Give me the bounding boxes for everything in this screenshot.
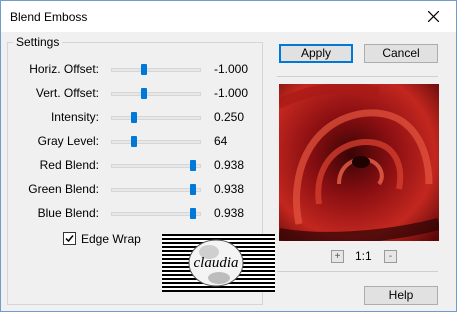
slider-track[interactable] bbox=[111, 116, 201, 120]
slider-thumb[interactable] bbox=[141, 64, 148, 75]
checkmark-icon bbox=[65, 235, 74, 243]
zoom-out-button[interactable]: - bbox=[384, 250, 397, 263]
cancel-button[interactable]: Cancel bbox=[364, 44, 438, 63]
help-button[interactable]: Help bbox=[364, 286, 438, 305]
close-icon bbox=[428, 11, 439, 22]
setting-value: 0.938 bbox=[214, 206, 245, 220]
watermark-logo: claudia bbox=[162, 234, 275, 292]
window-title: Blend Emboss bbox=[10, 10, 88, 24]
slider-track[interactable] bbox=[111, 140, 201, 144]
slider-track[interactable] bbox=[111, 188, 201, 192]
slider-thumb[interactable] bbox=[189, 160, 196, 171]
zoom-in-button[interactable]: + bbox=[331, 250, 344, 263]
setting-label: Blue Blend: bbox=[37, 206, 99, 220]
setting-label: Red Blend: bbox=[39, 158, 99, 172]
setting-value: 0.938 bbox=[214, 182, 245, 196]
setting-label: Intensity: bbox=[50, 110, 99, 124]
apply-button[interactable]: Apply bbox=[279, 44, 353, 63]
separator bbox=[277, 271, 438, 272]
setting-label: Green Blend: bbox=[28, 182, 99, 196]
edge-wrap-checkbox[interactable] bbox=[63, 232, 76, 245]
zoom-level: 1:1 bbox=[355, 249, 372, 263]
slider-thumb[interactable] bbox=[189, 208, 196, 219]
preview-image bbox=[279, 84, 439, 241]
settings-group-label: Settings bbox=[13, 35, 63, 49]
slider-thumb[interactable] bbox=[189, 184, 196, 195]
separator bbox=[277, 76, 438, 77]
slider-track[interactable] bbox=[111, 164, 201, 168]
slider-thumb[interactable] bbox=[130, 136, 137, 147]
setting-label: Horiz. Offset: bbox=[29, 62, 99, 76]
setting-value: 0.250 bbox=[214, 110, 245, 124]
slider-thumb[interactable] bbox=[141, 88, 148, 99]
slider-track[interactable] bbox=[111, 212, 201, 216]
slider-track[interactable] bbox=[111, 92, 201, 96]
edge-wrap-label: Edge Wrap bbox=[81, 232, 141, 246]
setting-label: Vert. Offset: bbox=[35, 86, 99, 100]
svg-text:claudia: claudia bbox=[194, 255, 239, 271]
slider-thumb[interactable] bbox=[130, 112, 137, 123]
setting-value: 0.938 bbox=[214, 158, 245, 172]
setting-value: -1.000 bbox=[214, 86, 249, 100]
title-bar: Blend Emboss bbox=[1, 1, 456, 32]
setting-label: Gray Level: bbox=[37, 134, 99, 148]
setting-value: 64 bbox=[214, 134, 228, 148]
close-button[interactable] bbox=[412, 1, 456, 32]
setting-value: -1.000 bbox=[214, 62, 249, 76]
slider-track[interactable] bbox=[111, 68, 201, 72]
blend-emboss-dialog: Blend Emboss Settings Horiz. Offset: -1.0… bbox=[0, 0, 457, 312]
